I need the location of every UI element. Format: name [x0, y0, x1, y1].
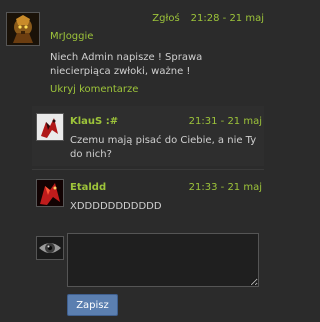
reply-divider — [32, 169, 264, 170]
hide-comments-link[interactable]: Ukryj komentarze — [50, 84, 138, 95]
eye-avatar-icon — [37, 237, 63, 259]
reply-time: 21:33 - 21 maj — [188, 182, 262, 193]
comment-author[interactable]: MrJoggie — [50, 31, 93, 42]
comment-input[interactable] — [67, 233, 259, 287]
reply-avatar[interactable] — [36, 113, 64, 141]
red-figure-avatar-icon — [37, 114, 63, 140]
warrior-avatar-icon — [7, 13, 39, 45]
report-link[interactable]: Zgłoś — [152, 13, 179, 24]
comment-thread: Zgłoś 21:28 - 21 maj MrJoggie Niech Admin… — [0, 0, 272, 322]
comment-meta: Zgłoś 21:28 - 21 maj — [152, 13, 264, 24]
submit-button[interactable]: Zapisz — [67, 294, 118, 316]
comment-text: Niech Admin napisze ! Sprawa niecierpiąc… — [50, 52, 203, 77]
author-avatar[interactable] — [6, 12, 40, 46]
reply-author[interactable]: Etaldd — [70, 182, 106, 193]
reply-item: KlauS :# 21:31 - 21 maj Czemu mają pisać… — [32, 106, 264, 166]
reply-avatar[interactable] — [36, 179, 64, 207]
current-user-avatar — [36, 236, 64, 260]
reply-text: XDDDDDDDDDDD — [70, 201, 162, 212]
reply-item: Etaldd 21:33 - 21 maj XDDDDDDDDDDD — [32, 172, 264, 222]
comment-time: 21:28 - 21 maj — [190, 13, 264, 24]
red-figure-avatar-icon — [37, 180, 63, 206]
reply-author[interactable]: KlauS :# — [70, 116, 118, 127]
reply-time: 21:31 - 21 maj — [188, 116, 262, 127]
reply-text: Czemu mają pisać do Ciebie, a nie Ty do … — [70, 135, 257, 160]
